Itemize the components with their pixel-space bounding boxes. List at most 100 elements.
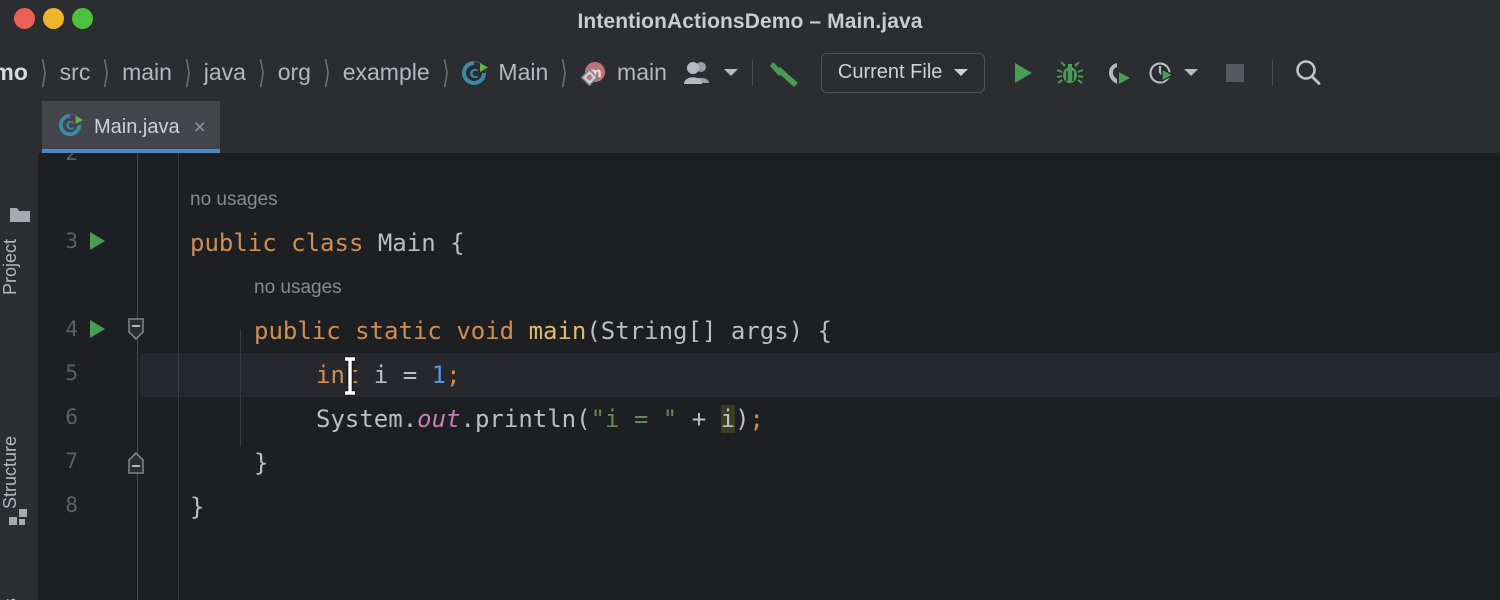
line-number: 5 [65, 361, 78, 385]
code-token: ) [735, 405, 750, 433]
debug-button[interactable] [1051, 54, 1089, 92]
line-number: 7 [65, 449, 78, 473]
breadcrumb-separator: ⟩ [102, 55, 110, 90]
indent-guide [178, 153, 179, 600]
chevron-down-icon [954, 69, 969, 76]
toolbar-divider [751, 59, 753, 86]
code-line-8: } [190, 485, 1500, 529]
breadcrumb-item-java[interactable]: java [204, 59, 246, 86]
vcs-users-button[interactable] [683, 59, 738, 87]
close-icon[interactable]: × [194, 117, 206, 138]
run-configuration-label: Current File [837, 61, 943, 83]
code-token: } [254, 449, 269, 477]
code-line-7: } [254, 441, 1500, 485]
code-token: static [355, 317, 457, 345]
debug-bug-icon [1057, 60, 1084, 84]
code-token: + [677, 405, 721, 433]
code-line-6: System.out.println("i = " + i); [316, 397, 1500, 441]
code-token: main [528, 317, 587, 345]
breadcrumb-item-org[interactable]: org [278, 59, 311, 86]
code-token-string: "i = " [590, 405, 678, 433]
run-button[interactable] [1003, 54, 1041, 92]
code-token: ; [446, 361, 461, 389]
run-triangle-icon [90, 232, 105, 250]
svg-text:C: C [66, 119, 74, 132]
code-token: 1 [431, 361, 447, 389]
run-actions-group [1003, 54, 1327, 92]
breadcrumb: Demo ⟩ src ⟩ main ⟩ java ⟩ org ⟩ example… [0, 55, 667, 90]
search-everywhere-button[interactable] [1289, 54, 1327, 92]
toolbar-divider [1272, 59, 1274, 86]
users-icon [683, 61, 709, 84]
sidebar-item-structure[interactable]: Structure [0, 399, 38, 509]
run-triangle-icon [90, 320, 105, 338]
code-editor[interactable]: 2 3 4 5 6 7 8 no usages public class Mai… [38, 153, 1500, 600]
run-with-coverage-button[interactable] [1099, 54, 1137, 92]
breadcrumb-item-demo[interactable]: Demo [0, 59, 28, 86]
left-tool-window-bar: Project Structure rks [0, 101, 39, 600]
code-token: void [456, 317, 529, 345]
java-method-icon: m [580, 59, 608, 87]
code-token: System. [316, 405, 418, 433]
code-line-4: public static void main(String[] args) { [254, 309, 1500, 353]
code-token: public [254, 317, 356, 345]
breadcrumb-item-class-main[interactable]: Main [498, 59, 548, 86]
breadcrumb-separator: ⟩ [184, 55, 192, 90]
structure-blocks-icon [9, 508, 29, 531]
profile-button[interactable] [1147, 59, 1199, 87]
breadcrumb-separator: ⟩ [323, 55, 331, 90]
java-class-icon: C [58, 112, 84, 143]
code-token: int [316, 361, 374, 389]
code-token: { [450, 229, 465, 257]
idea-window: IntentionActionsDemo – Main.java Demo ⟩ … [0, 0, 1500, 600]
line-number: 4 [65, 317, 78, 341]
title-bar: IntentionActionsDemo – Main.java [0, 0, 1500, 44]
code-token-identifier-highlight: i [720, 405, 736, 433]
code-token: = [388, 361, 432, 389]
code-token-variable-i: i [373, 361, 389, 389]
chevron-down-icon [723, 69, 738, 76]
gutter-run-marker-line-3[interactable] [86, 229, 108, 258]
code-token: Main [377, 229, 451, 257]
code-token-field-out: out [417, 405, 461, 433]
code-token: } [190, 493, 205, 521]
code-token: .println( [460, 405, 591, 433]
code-content[interactable]: no usages public class Main { no usages … [140, 153, 1500, 600]
editor-gutter[interactable]: 2 3 4 5 6 7 8 [38, 153, 144, 600]
build-project-button[interactable] [767, 54, 805, 92]
inlay-hint-no-usages-class[interactable]: no usages [190, 185, 278, 215]
code-token: public [190, 229, 292, 257]
code-line-5: int i = 1; [316, 353, 1500, 397]
stop-button[interactable] [1216, 54, 1254, 92]
breadcrumb-item-src[interactable]: src [60, 59, 91, 86]
code-line-3: public class Main { [190, 221, 1500, 265]
editor-tab-bar: C Main.java × [38, 101, 1500, 153]
breadcrumb-separator: ⟩ [441, 55, 450, 90]
window-title: IntentionActionsDemo – Main.java [577, 10, 923, 33]
svg-text:C: C [470, 67, 479, 81]
gutter-run-marker-line-4[interactable] [86, 317, 108, 346]
java-class-icon: C [461, 59, 489, 87]
editor-tab-main-java[interactable]: C Main.java × [42, 101, 220, 153]
chevron-down-icon [1184, 69, 1199, 76]
build-hammer-icon [769, 61, 798, 87]
breadcrumb-separator: ⟩ [40, 55, 48, 90]
code-token: ; [749, 405, 764, 433]
line-number: 2 [65, 153, 78, 165]
folder-icon [9, 205, 31, 228]
run-configuration-selector[interactable]: Current File [820, 52, 986, 93]
line-number: 8 [65, 493, 78, 517]
editor-tab-label: Main.java [94, 115, 180, 138]
breadcrumb-separator: ⟩ [560, 55, 568, 90]
breadcrumb-separator: ⟩ [258, 55, 266, 90]
sidebar-item-bookmarks[interactable]: rks [0, 562, 38, 600]
coverage-icon [1109, 62, 1131, 84]
breadcrumb-item-main-dir[interactable]: main [122, 59, 172, 86]
code-token: (String[] args) { [586, 317, 832, 345]
search-icon [1296, 59, 1321, 85]
code-token: class [291, 229, 378, 257]
gutter-divider [137, 153, 138, 600]
breadcrumb-item-method-main[interactable]: main [617, 59, 667, 86]
inlay-hint-no-usages-method[interactable]: no usages [254, 273, 342, 303]
breadcrumb-item-example[interactable]: example [343, 59, 430, 86]
